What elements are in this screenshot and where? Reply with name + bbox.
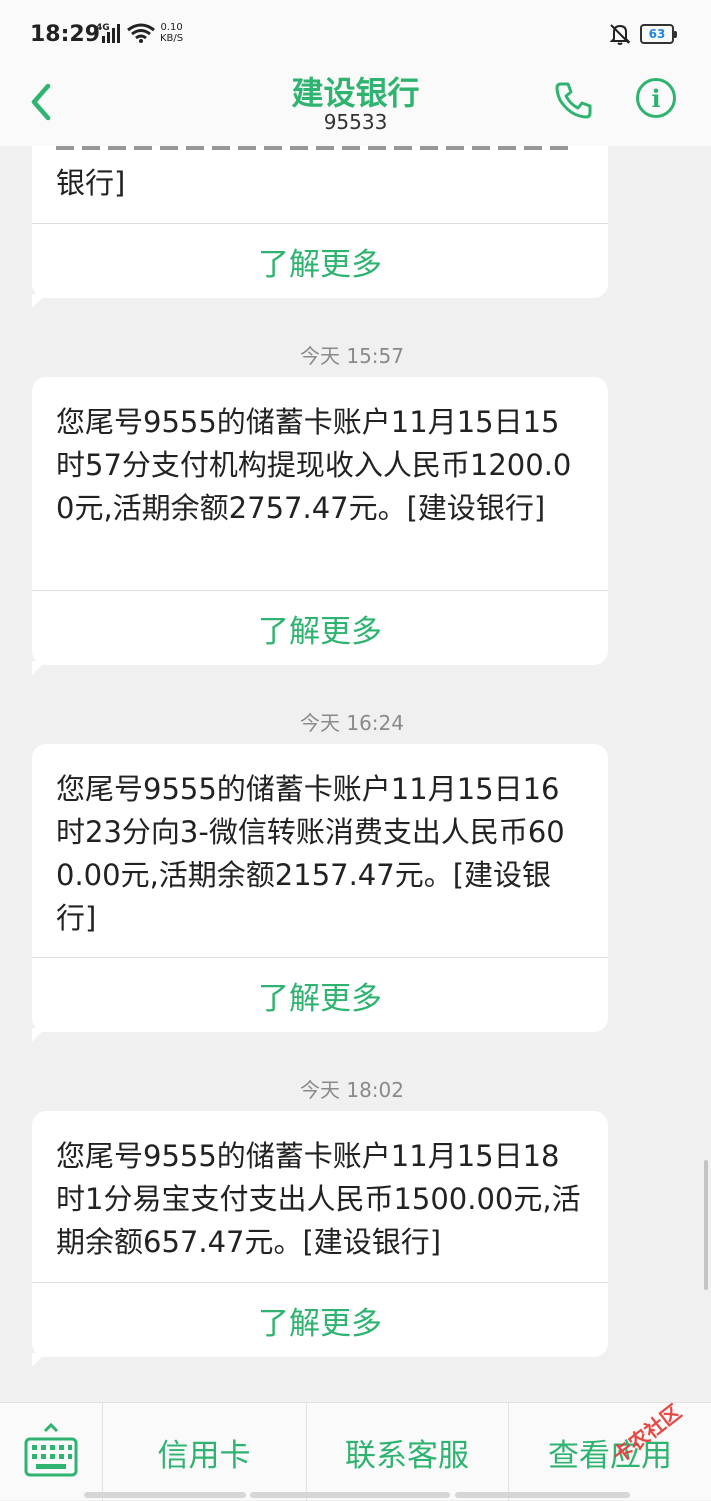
menu-indicator	[84, 1492, 246, 1498]
keyboard-icon[interactable]	[0, 1403, 102, 1501]
bottom-menu-bar: 信用卡 联系客服 查看应用	[0, 1402, 711, 1501]
message-text: 您尾号9555的储蓄卡账户11月15日18时1分易宝支付支出人民币1500.00…	[56, 1139, 581, 1259]
menu-indicator	[250, 1492, 450, 1498]
learn-more-link[interactable]: 了解更多	[32, 958, 608, 1032]
message-text: 您尾号9555的储蓄卡账户11月15日16时23分向3-微信转账消费支出人民币6…	[56, 772, 565, 935]
message-timestamp: 今天 16:24	[300, 711, 404, 735]
bubble-tail	[32, 1028, 46, 1042]
message-bubble: 您尾号9555的储蓄卡账户11月15日18时1分易宝支付支出人民币1500.00…	[32, 1111, 608, 1367]
message-timestamp: 今天 15:57	[300, 344, 404, 368]
scrollbar[interactable]	[704, 1160, 708, 1290]
learn-more-link[interactable]: 了解更多	[32, 591, 608, 665]
wifi-icon	[127, 23, 155, 43]
battery-level: 63	[648, 27, 666, 41]
message-text: 您尾号9555的储蓄卡账户11月15日15时57分支付机构提现收入人民币1200…	[56, 405, 572, 525]
bubble-tail	[32, 1353, 46, 1367]
contact-number: 95533	[323, 110, 388, 134]
conversation-header: 建设银行 95533 i	[0, 60, 711, 146]
menu-indicator	[455, 1492, 630, 1498]
network-type: 4G	[96, 23, 110, 33]
message-bubble: 您尾号9555的储蓄卡账户11月15日16时23分向3-微信转账消费支出人民币6…	[32, 744, 608, 1042]
info-icon[interactable]: i	[636, 78, 676, 118]
contact-name: 建设银行	[291, 74, 420, 112]
status-time: 18:29	[30, 22, 101, 47]
learn-more-link[interactable]: 了解更多	[32, 224, 608, 298]
bubble-tail	[32, 661, 46, 675]
learn-more-link[interactable]: 了解更多	[32, 1283, 608, 1357]
battery-icon: 63	[640, 24, 677, 44]
message-timestamp: 今天 18:02	[300, 1078, 404, 1102]
phone-icon[interactable]	[552, 78, 596, 122]
message-bubble: 您尾号9555的储蓄卡账户11月15日15时57分支付机构提现收入人民币1200…	[32, 377, 608, 675]
menu-customer-service[interactable]: 联系客服	[307, 1403, 507, 1501]
bubble-tail	[32, 294, 46, 308]
network-speed: 0.10 KB/S	[160, 22, 184, 44]
menu-credit-card[interactable]: 信用卡	[103, 1403, 305, 1501]
bell-muted-icon	[609, 24, 631, 45]
